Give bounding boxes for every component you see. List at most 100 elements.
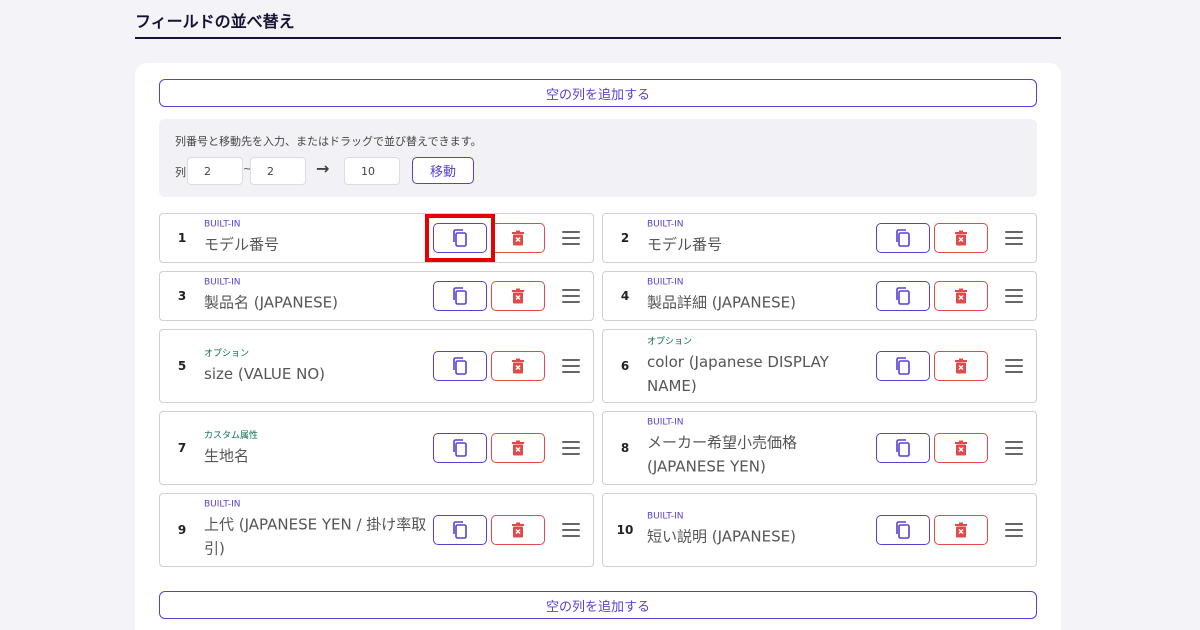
field-name: モデル番号: [204, 235, 280, 254]
trash-icon: [511, 522, 525, 538]
add-empty-column-button-bottom[interactable]: 空の列を追加する: [159, 591, 1037, 619]
delete-button[interactable]: [934, 281, 988, 311]
field-item[interactable]: 9 BUILT-IN 上代 (JAPANESE YEN / 掛け率取引): [159, 493, 594, 567]
field-item[interactable]: 2 BUILT-IN モデル番号: [602, 213, 1037, 263]
field-item[interactable]: 7 カスタム属性生地名: [159, 411, 594, 485]
delete-button[interactable]: [934, 223, 988, 253]
field-type-tag: カスタム属性: [204, 431, 259, 441]
drag-handle-icon[interactable]: [1005, 359, 1023, 373]
field-item[interactable]: 5 オプション size (VALUE NO): [159, 329, 594, 403]
trash-icon: [954, 522, 968, 538]
duplicate-button[interactable]: [433, 281, 487, 311]
field-item[interactable]: 10 BUILT-IN 短い説明 (JAPANESE): [602, 493, 1037, 567]
duplicate-button[interactable]: [876, 433, 930, 463]
field-text: オプション size (VALUE NO): [204, 346, 432, 386]
field-type-tag: BUILT-IN: [647, 511, 684, 522]
field-type-tag: BUILT-IN: [647, 277, 684, 288]
field-name: モデル番号: [647, 235, 723, 254]
duplicate-button[interactable]: [433, 515, 487, 545]
target-position-input[interactable]: [344, 157, 400, 185]
copy-icon: [451, 286, 469, 306]
field-item[interactable]: 4 BUILT-IN 製品詳細 (JAPANESE): [602, 271, 1037, 321]
duplicate-button[interactable]: [876, 351, 930, 381]
duplicate-button[interactable]: [433, 433, 487, 463]
trash-icon: [954, 288, 968, 304]
field-number: 4: [620, 289, 630, 303]
drag-handle-icon[interactable]: [562, 359, 580, 373]
delete-button[interactable]: [934, 515, 988, 545]
field-name: color (Japanese DISPLAY NAME): [647, 353, 829, 395]
drag-handle-icon[interactable]: [562, 441, 580, 455]
field-item[interactable]: 8 BUILT-IN メーカー希望小売価格 (JAPANESE YEN): [602, 411, 1037, 485]
trash-icon: [511, 230, 525, 246]
field-type-tag: BUILT-IN: [204, 499, 241, 510]
field-type-tag: BUILT-IN: [204, 277, 241, 288]
field-type-tag: オプション: [647, 337, 693, 347]
to-column-input[interactable]: [250, 157, 306, 185]
drag-handle-icon[interactable]: [1005, 289, 1023, 303]
copy-icon: [894, 356, 912, 376]
trash-icon: [511, 358, 525, 374]
delete-button[interactable]: [491, 515, 545, 545]
move-hint: 列番号と移動先を入力、またはドラッグで並び替えできます。: [175, 135, 482, 148]
delete-button[interactable]: [491, 223, 545, 253]
drag-handle-icon[interactable]: [1005, 231, 1023, 245]
column-label: 列: [175, 166, 186, 179]
page-title: フィールドの並べ替え: [135, 12, 295, 31]
field-type-tag: BUILT-IN: [647, 417, 684, 428]
trash-icon: [511, 440, 525, 456]
field-text: BUILT-IN モデル番号: [204, 220, 432, 257]
field-number: 5: [177, 359, 187, 373]
delete-button[interactable]: [934, 351, 988, 381]
field-text: カスタム属性 生地名: [204, 428, 432, 468]
delete-button[interactable]: [491, 281, 545, 311]
delete-button[interactable]: [934, 433, 988, 463]
copy-icon: [894, 438, 912, 458]
field-text: BUILT-IN 製品詳細 (JAPANESE): [647, 278, 875, 315]
field-text: BUILT-IN メーカー希望小売価格 (JAPANESE YEN): [647, 418, 875, 479]
delete-button[interactable]: [491, 433, 545, 463]
field-number: 7: [177, 441, 187, 455]
arrow-right-icon: →: [316, 159, 330, 178]
add-empty-column-button-top[interactable]: 空の列を追加する: [159, 79, 1037, 107]
copy-icon: [451, 356, 469, 376]
field-type-tag: BUILT-IN: [647, 219, 684, 230]
highlight-box: [425, 214, 495, 262]
duplicate-button[interactable]: [876, 515, 930, 545]
from-column-input[interactable]: [187, 157, 243, 185]
duplicate-button[interactable]: [433, 351, 487, 381]
field-name: メーカー希望小売価格 (JAPANESE YEN): [647, 433, 798, 476]
field-number: 6: [620, 359, 630, 373]
duplicate-button[interactable]: [876, 281, 930, 311]
field-text: BUILT-IN 上代 (JAPANESE YEN / 掛け率取引): [204, 500, 432, 561]
delete-button[interactable]: [491, 351, 545, 381]
field-name: 短い説明 (JAPANESE): [647, 527, 796, 546]
trash-icon: [954, 440, 968, 456]
trash-icon: [954, 358, 968, 374]
drag-handle-icon[interactable]: [562, 523, 580, 537]
field-type-tag: BUILT-IN: [204, 219, 241, 230]
field-type-tag: オプション: [204, 349, 250, 359]
field-name: 生地名: [204, 447, 250, 465]
field-name: 上代 (JAPANESE YEN / 掛け率取引): [204, 515, 427, 558]
move-button[interactable]: 移動: [412, 157, 474, 184]
drag-handle-icon[interactable]: [1005, 441, 1023, 455]
copy-icon: [451, 438, 469, 458]
drag-handle-icon[interactable]: [562, 289, 580, 303]
drag-handle-icon[interactable]: [1005, 523, 1023, 537]
field-text: BUILT-IN モデル番号: [647, 220, 875, 257]
field-number: 8: [620, 441, 630, 455]
field-number: 10: [616, 523, 634, 537]
field-text: オプション color (Japanese DISPLAY NAME): [647, 334, 875, 398]
field-item[interactable]: 6 オプション color (Japanese DISPLAY NAME): [602, 329, 1037, 403]
field-item[interactable]: 3 BUILT-IN 製品名 (JAPANESE): [159, 271, 594, 321]
field-name: 製品名 (JAPANESE): [204, 293, 338, 312]
field-name: size (VALUE NO): [204, 365, 325, 383]
duplicate-button[interactable]: [876, 223, 930, 253]
drag-handle-icon[interactable]: [562, 231, 580, 245]
section-heading: フィールドの並べ替え: [135, 0, 1061, 39]
field-number: 2: [620, 231, 630, 245]
field-name: 製品詳細 (JAPANESE): [647, 293, 796, 312]
field-number: 9: [177, 523, 187, 537]
field-item[interactable]: 1 BUILT-IN モデル番号: [159, 213, 594, 263]
